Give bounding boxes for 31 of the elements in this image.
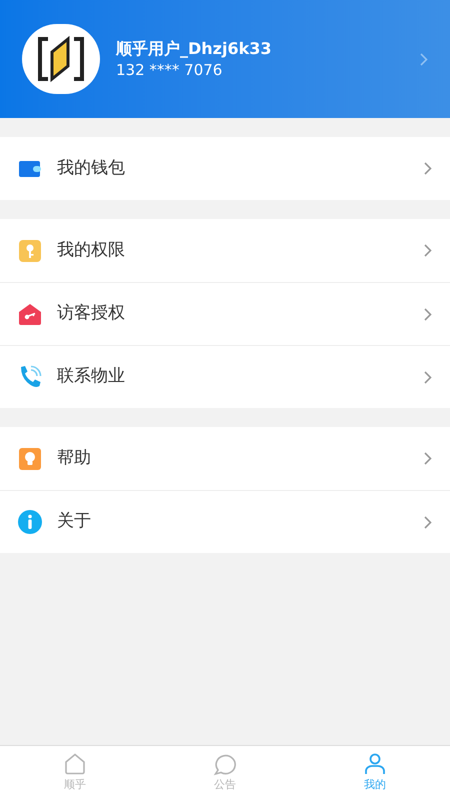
menu-item-label: 帮助 (57, 446, 92, 470)
wallet-icon (18, 158, 42, 178)
logo-icon (36, 34, 86, 84)
menu-item[interactable]: 联系物业 (0, 345, 450, 408)
menu-item[interactable]: 帮助 (0, 427, 450, 490)
user-name: 顺乎用户_Dhzj6k33 (116, 38, 273, 60)
menu-item[interactable]: 访客授权 (0, 282, 450, 345)
menu-item-label: 关于 (57, 510, 92, 534)
chevron-right-icon (424, 516, 432, 528)
chevron-right-icon (424, 452, 432, 465)
info-icon (17, 509, 43, 535)
menu-item-label: 我的钱包 (57, 156, 126, 180)
house-key-icon (18, 302, 42, 326)
chevron-right-icon (420, 52, 428, 66)
chevron-right-icon (424, 308, 432, 320)
menu-item[interactable]: 关于 (0, 490, 450, 553)
home-icon (63, 752, 87, 776)
phone-number: 132 **** 7076 (116, 60, 224, 80)
chevron-right-icon (424, 244, 432, 257)
chevron-right-icon (424, 370, 432, 384)
profile-header[interactable]: 顺乎用户_Dhzj6k33 132 **** 7076 (0, 0, 450, 118)
key-icon (18, 238, 42, 262)
menu-item-label: 访客授权 (57, 302, 126, 326)
menu-item[interactable]: 我的权限 (0, 219, 450, 282)
menu-item-label: 联系物业 (57, 365, 126, 388)
chevron-right-icon (424, 162, 432, 175)
menu-item[interactable]: 我的钱包 (0, 137, 450, 200)
chat-icon (213, 752, 237, 776)
lightbulb-icon (18, 446, 42, 470)
user-icon (363, 752, 387, 776)
menu-item-label: 我的权限 (57, 238, 126, 262)
